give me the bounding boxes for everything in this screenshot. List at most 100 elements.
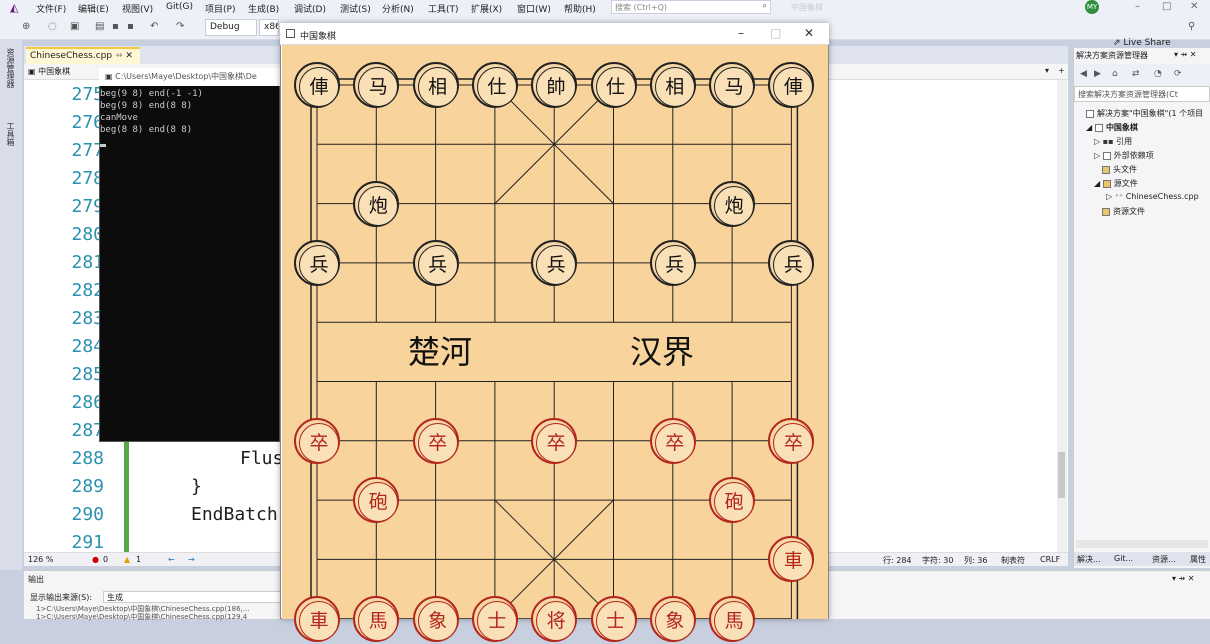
close-icon[interactable]: ✕ <box>804 26 814 40</box>
toolbox-tab[interactable]: 工具箱 <box>5 122 16 146</box>
home-icon[interactable]: ⌂ <box>1112 69 1118 79</box>
chess-piece[interactable]: 俥 <box>768 62 815 108</box>
tree-item-source-files[interactable]: ◢ 源文件 <box>1094 178 1138 189</box>
maximize-icon[interactable]: □ <box>1162 1 1171 12</box>
chess-piece[interactable]: 炮 <box>353 180 400 227</box>
menu-item[interactable]: 工具(T) <box>428 2 459 15</box>
save-all-icon[interactable]: ▪ <box>127 21 134 32</box>
server-explorer-tab[interactable]: 资源管理器 <box>5 48 16 88</box>
nav-dropdown-icon[interactable]: ▾ <box>1045 66 1049 75</box>
menu-item[interactable]: 帮助(H) <box>564 2 596 15</box>
menu-item[interactable]: Git(G) <box>166 2 193 12</box>
chess-piece[interactable]: 仕 <box>590 62 637 108</box>
output-panel-menu-icon[interactable]: ▾ ⇸ ✕ <box>1172 574 1195 583</box>
chess-board[interactable]: 楚河 汉界 俥马相仕帥仕相马俥炮炮兵兵兵兵兵卒卒卒卒卒砲砲車車馬象士将士象馬 <box>282 45 828 642</box>
pin-icon[interactable]: ⇸ <box>115 51 123 61</box>
chess-piece[interactable]: 砲 <box>709 477 756 524</box>
feedback-icon[interactable]: ⚲ <box>1188 21 1195 32</box>
tab-properties[interactable]: 属性 <box>1190 554 1206 565</box>
chess-piece[interactable]: 卒 <box>768 417 815 464</box>
refresh-icon[interactable]: ⟳ <box>1174 69 1182 79</box>
chess-piece[interactable]: 車 <box>768 536 815 583</box>
menu-item[interactable]: 编辑(E) <box>78 2 109 15</box>
project-scope-select[interactable]: ▣ 中国象棋 <box>28 66 70 77</box>
menu-item[interactable]: 扩展(X) <box>471 2 502 15</box>
tab-git[interactable]: Git... <box>1114 554 1133 563</box>
menu-item[interactable]: 测试(S) <box>340 2 371 15</box>
code-line[interactable]: Flus <box>240 448 283 469</box>
new-project-icon[interactable]: ▣ <box>70 21 79 32</box>
tab-chinesechess-cpp[interactable]: ChineseChess.cpp ⇸ ✕ <box>26 47 140 64</box>
avatar[interactable]: MY <box>1085 0 1099 14</box>
code-line[interactable]: EndBatch <box>191 504 278 525</box>
tab-solution[interactable]: 解决... <box>1077 554 1101 565</box>
error-icon[interactable]: ● <box>92 555 99 564</box>
tree-item-resource-files[interactable]: 资源文件 <box>1102 206 1145 217</box>
config-select[interactable]: Debug <box>205 19 257 36</box>
chess-piece[interactable]: 兵 <box>294 239 340 286</box>
visual-studio-logo-icon[interactable]: ◭ <box>10 1 26 14</box>
solution-search-input[interactable]: 搜索解决方案资源管理器(Ct <box>1074 86 1210 102</box>
chess-piece[interactable]: 卒 <box>412 417 459 464</box>
output-source-select[interactable]: 生成 <box>103 591 283 603</box>
menu-item[interactable]: 生成(B) <box>248 2 279 15</box>
close-icon[interactable]: ✕ <box>1190 1 1198 12</box>
tree-item-external-deps[interactable]: ▷ 外部依赖项 <box>1094 150 1154 161</box>
chess-piece[interactable]: 帥 <box>531 62 578 108</box>
chess-piece[interactable]: 马 <box>353 62 400 108</box>
search-input[interactable]: 搜索 (Ctrl+Q) ⌕ <box>611 0 771 14</box>
tab-close-icon[interactable]: ✕ <box>125 51 133 61</box>
chess-piece[interactable]: 卒 <box>294 417 340 464</box>
platform-select[interactable]: x86 <box>259 19 279 36</box>
zoom-level[interactable]: 126 % <box>28 555 53 564</box>
chess-piece[interactable]: 兵 <box>649 239 696 286</box>
menu-item[interactable]: 窗口(W) <box>517 2 551 15</box>
code-line[interactable]: } <box>191 476 202 497</box>
chess-piece[interactable]: 炮 <box>709 180 756 227</box>
nav-back-icon[interactable]: ← <box>168 555 175 564</box>
chess-piece[interactable]: 相 <box>412 62 459 108</box>
menu-item[interactable]: 视图(V) <box>122 2 153 15</box>
tab-resources[interactable]: 资源... <box>1152 554 1176 565</box>
chess-piece[interactable]: 仕 <box>471 62 518 108</box>
back-icon[interactable]: ◀ <box>1080 69 1087 79</box>
redo-icon[interactable]: ↷ <box>176 21 184 32</box>
back-icon[interactable]: ◌ <box>48 21 57 32</box>
new-item-icon[interactable]: ⊕ <box>22 21 30 32</box>
open-icon[interactable]: ▤ <box>95 21 104 32</box>
chess-window-titlebar[interactable]: 中国象棋 – □ ✕ <box>280 23 829 45</box>
minimize-icon[interactable]: – <box>738 26 744 40</box>
warning-icon[interactable]: ▲ <box>124 555 130 564</box>
tree-item-references[interactable]: ▷ ▪▪ 引用 <box>1094 136 1132 147</box>
menu-item[interactable]: 调试(D) <box>294 2 326 15</box>
chess-piece[interactable]: 兵 <box>531 239 578 286</box>
panel-menu-icon[interactable]: ▾ ⇸ ✕ <box>1174 50 1197 59</box>
filter-icon[interactable]: ◔ <box>1154 69 1162 79</box>
chess-piece[interactable]: 卒 <box>649 417 696 464</box>
chess-piece[interactable]: 兵 <box>412 239 459 286</box>
chess-piece[interactable]: 砲 <box>353 477 400 524</box>
chess-piece[interactable]: 马 <box>709 62 756 108</box>
chess-piece[interactable]: 卒 <box>531 417 578 464</box>
split-icon[interactable]: + <box>1058 66 1065 75</box>
forward-icon[interactable]: ▶ <box>1094 69 1101 79</box>
menu-item[interactable]: 项目(P) <box>205 2 235 15</box>
chess-piece[interactable]: 相 <box>649 62 696 108</box>
scrollbar-thumb[interactable] <box>1058 452 1065 498</box>
save-icon[interactable]: ▪ <box>112 21 119 32</box>
live-share-button[interactable]: ⇗ Live Share <box>1113 38 1171 48</box>
chess-piece[interactable]: 兵 <box>768 239 815 286</box>
undo-icon[interactable]: ↶ <box>150 21 158 32</box>
sync-icon[interactable]: ⇄ <box>1132 69 1140 79</box>
solution-scrollbar[interactable] <box>1076 540 1208 548</box>
tree-item-header-files[interactable]: 头文件 <box>1102 164 1137 175</box>
menu-item[interactable]: 分析(N) <box>382 2 414 15</box>
tree-item-chinesechess-cpp[interactable]: ▷ ⁺⁺ ChineseChess.cpp <box>1106 192 1199 201</box>
menu-item[interactable]: 文件(F) <box>36 2 66 15</box>
tree-item-solution[interactable]: 解决方案"中国象棋"(1 个项目 <box>1086 108 1203 119</box>
minimize-icon[interactable]: – <box>1135 1 1140 12</box>
maximize-icon[interactable]: □ <box>770 26 781 40</box>
chess-piece[interactable]: 俥 <box>294 62 340 108</box>
tree-item-project[interactable]: ◢ 中国象棋 <box>1086 122 1138 133</box>
nav-forward-icon[interactable]: → <box>188 555 195 564</box>
